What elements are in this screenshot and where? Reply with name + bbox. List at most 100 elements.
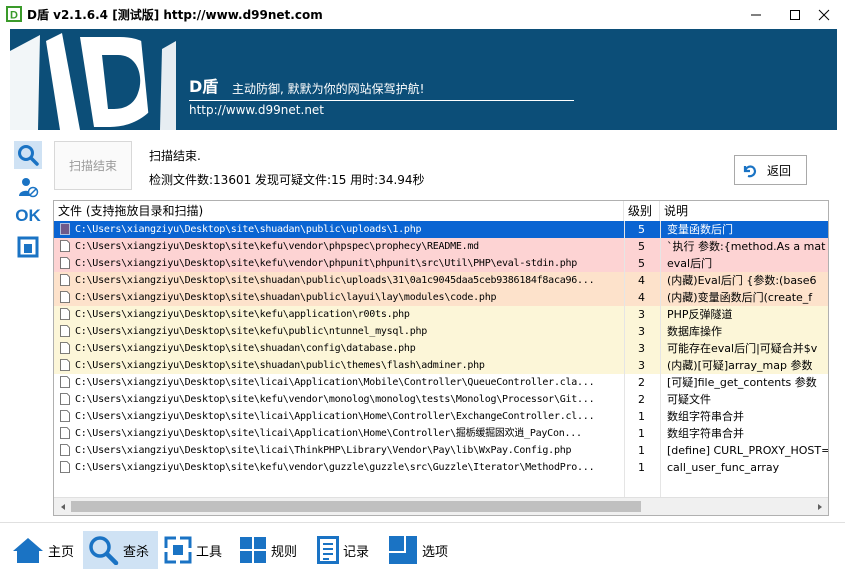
table-row[interactable]: C:\Users\xiangziyu\Desktop\site\kefu\app… xyxy=(54,306,828,323)
nav-rules-label: 规则 xyxy=(271,544,298,560)
table-row[interactable]: C:\Users\xiangziyu\Desktop\site\kefu\ven… xyxy=(54,255,828,272)
scroll-right-button[interactable] xyxy=(811,498,828,515)
nav-divider xyxy=(0,522,845,523)
table-row[interactable]: C:\Users\xiangziyu\Desktop\site\shuadan\… xyxy=(54,340,828,357)
close-button[interactable] xyxy=(806,0,842,29)
grid-icon xyxy=(240,537,266,563)
d-shield-app-icon: D xyxy=(6,6,22,22)
level-cell: 2 xyxy=(624,374,660,391)
level-cell: 3 xyxy=(624,323,660,340)
level-cell: 2 xyxy=(624,391,660,408)
description-cell: 可疑文件 xyxy=(660,391,828,408)
nav-tools-label: 工具 xyxy=(196,544,223,560)
table-row[interactable]: C:\Users\xiangziyu\Desktop\site\kefu\ven… xyxy=(54,391,828,408)
description-cell: 数组字符串合并 xyxy=(660,425,828,442)
grid-divider xyxy=(624,221,625,498)
level-cell: 5 xyxy=(624,238,660,255)
back-button-label: 返回 xyxy=(767,164,792,178)
description-cell: [可疑]file_get_contents 参数 xyxy=(660,374,828,391)
file-path-cell: C:\Users\xiangziyu\Desktop\site\shuadan\… xyxy=(75,275,595,286)
table-header: 文件 (支持拖放目录和扫描) 级别 说明 xyxy=(54,201,828,222)
table-row[interactable]: C:\Users\xiangziyu\Desktop\site\kefu\pub… xyxy=(54,323,828,340)
banner-url: http://www.d99net.net xyxy=(189,103,325,117)
table-row[interactable]: C:\Users\xiangziyu\Desktop\site\kefu\ven… xyxy=(54,238,828,255)
table-row[interactable]: C:\Users\xiangziyu\Desktop\site\licai\Ap… xyxy=(54,408,828,425)
level-cell: 4 xyxy=(624,289,660,306)
user-shield-icon xyxy=(19,178,39,198)
nav-home[interactable]: 主页 xyxy=(12,531,76,569)
nav-options-label: 选项 xyxy=(422,544,449,560)
horizontal-scrollbar[interactable] xyxy=(54,497,828,515)
table-row[interactable]: C:\Users\xiangziyu\Desktop\site\licai\Ap… xyxy=(54,374,828,391)
scan-status: 扫描结束. xyxy=(149,149,201,163)
banner-brand: D盾 xyxy=(189,77,219,96)
back-button[interactable]: 返回 xyxy=(734,155,807,185)
table-row[interactable]: C:\Users\xiangziyu\Desktop\site\kefu\ven… xyxy=(54,459,828,476)
file-path-cell: C:\Users\xiangziyu\Desktop\site\kefu\ven… xyxy=(75,394,595,405)
nav-scan[interactable]: 查杀 xyxy=(83,531,158,569)
column-file[interactable]: 文件 (支持拖放目录和扫描) xyxy=(54,201,624,221)
level-cell: 4 xyxy=(624,272,660,289)
description-cell: 变量函数后门 xyxy=(660,221,828,238)
level-cell: 1 xyxy=(624,459,660,476)
table-row[interactable]: C:\Users\xiangziyu\Desktop\site\shuadan\… xyxy=(54,272,828,289)
nav-tools[interactable]: 工具 xyxy=(164,531,228,569)
window-title: D盾 v2.1.6.4 [测试版] http://www.d99net.com xyxy=(27,8,323,22)
log-icon xyxy=(317,536,339,564)
description-cell: PHP反弹隧道 xyxy=(660,306,828,323)
tools-icon xyxy=(164,536,192,564)
table-row[interactable]: C:\Users\xiangziyu\Desktop\site\shuadan\… xyxy=(54,221,828,238)
description-cell: 可能存在eval后门|可疑合并$v xyxy=(660,340,828,357)
nav-options[interactable]: 选项 xyxy=(388,531,452,569)
scrollbar-thumb[interactable] xyxy=(71,501,641,512)
ok-icon: OK xyxy=(15,206,41,225)
results-table[interactable]: 文件 (支持拖放目录和扫描) 级别 说明 C:\Users\xiangziyu\… xyxy=(53,200,829,516)
table-row[interactable]: C:\Users\xiangziyu\Desktop\site\licai\Ap… xyxy=(54,425,828,442)
scan-summary: 检测文件数:13601 发现可疑文件:15 用时:34.94秒 xyxy=(149,173,425,187)
scan-finished-button[interactable]: 扫描结束 xyxy=(54,141,132,190)
home-icon xyxy=(13,538,43,563)
table-row[interactable]: C:\Users\xiangziyu\Desktop\site\licai\Th… xyxy=(54,442,828,459)
nav-logs-label: 记录 xyxy=(343,544,370,560)
chevron-left-icon xyxy=(60,503,65,510)
grid-divider xyxy=(660,221,661,498)
description-cell: `执行 参数:{method.As a mat xyxy=(660,238,828,255)
svg-text:D: D xyxy=(10,10,18,22)
column-desc[interactable]: 说明 xyxy=(660,201,828,221)
options-icon xyxy=(389,536,417,564)
search-icon xyxy=(89,536,119,565)
nav-rules[interactable]: 规则 xyxy=(239,531,303,569)
level-cell: 5 xyxy=(624,255,660,272)
file-path-cell: C:\Users\xiangziyu\Desktop\site\licai\Ap… xyxy=(75,428,582,439)
search-icon xyxy=(18,145,39,166)
table-row[interactable]: C:\Users\xiangziyu\Desktop\site\shuadan\… xyxy=(54,357,828,374)
d-logo xyxy=(10,29,180,130)
level-cell: 3 xyxy=(624,306,660,323)
chevron-right-icon xyxy=(817,503,822,510)
minimize-button[interactable] xyxy=(738,0,774,29)
nav-logs[interactable]: 记录 xyxy=(317,531,381,569)
column-level[interactable]: 级别 xyxy=(624,201,660,221)
level-cell: 5 xyxy=(624,221,660,238)
description-cell: (内藏)[可疑]array_map 参数 xyxy=(660,357,828,374)
level-cell: 3 xyxy=(624,357,660,374)
file-path-cell: C:\Users\xiangziyu\Desktop\site\kefu\ven… xyxy=(75,241,479,252)
scroll-left-button[interactable] xyxy=(54,498,71,515)
description-cell: 数组字符串合并 xyxy=(660,408,828,425)
sidebar-window-button[interactable] xyxy=(14,233,42,261)
sidebar-ok-button[interactable]: OK xyxy=(14,202,42,230)
file-path-cell: C:\Users\xiangziyu\Desktop\site\kefu\ven… xyxy=(75,462,595,473)
sidebar-scan-button[interactable] xyxy=(14,141,42,169)
description-cell: [define] CURL_PROXY_HOST=>$ xyxy=(660,442,828,459)
file-path-cell: C:\Users\xiangziyu\Desktop\site\licai\Th… xyxy=(75,445,572,456)
title-bar: D D盾 v2.1.6.4 [测试版] http://www.d99net.co… xyxy=(0,0,845,29)
table-row[interactable]: C:\Users\xiangziyu\Desktop\site\shuadan\… xyxy=(54,289,828,306)
description-cell: (内藏)Eval后门 {参数:(base6 xyxy=(660,272,828,289)
back-arrow-icon xyxy=(743,165,757,178)
file-path-cell: C:\Users\xiangziyu\Desktop\site\licai\Ap… xyxy=(75,411,595,422)
sidebar-user-button[interactable] xyxy=(14,173,42,201)
level-cell: 1 xyxy=(624,408,660,425)
nav-home-label: 主页 xyxy=(48,544,75,560)
file-path-cell: C:\Users\xiangziyu\Desktop\site\kefu\pub… xyxy=(75,326,428,337)
banner-slogan: 主动防御, 默默为你的网站保驾护航! xyxy=(232,82,425,96)
